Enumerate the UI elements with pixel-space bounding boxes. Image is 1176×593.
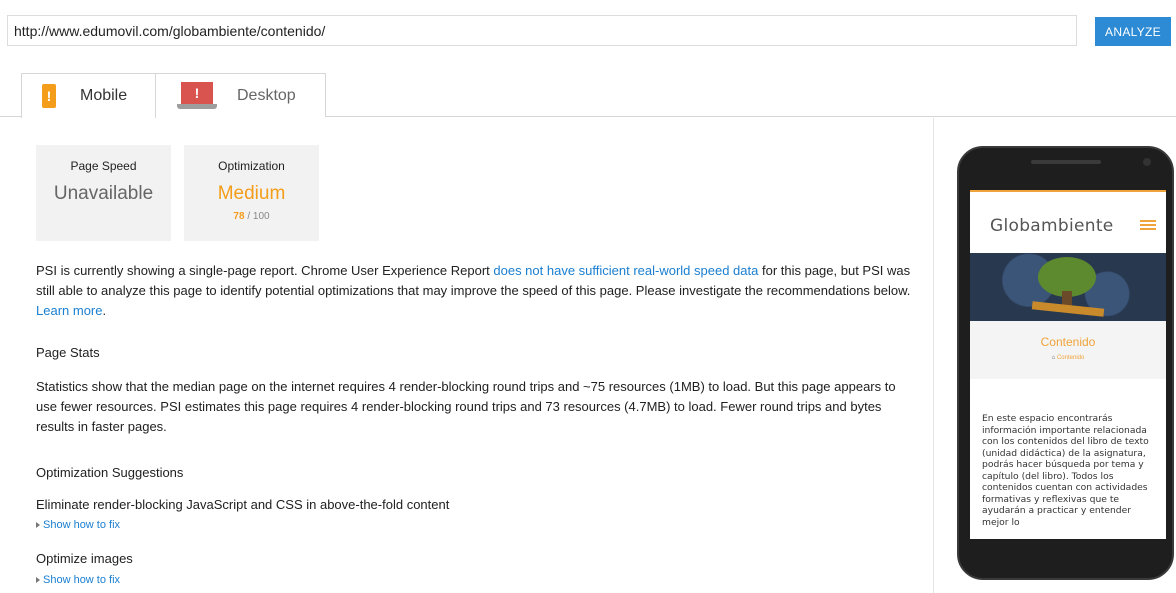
- page-speed-title: Page Speed: [70, 159, 137, 173]
- site-header: Globambiente: [970, 190, 1166, 253]
- optimization-score: Optimization Medium 78 / 100: [184, 145, 319, 241]
- optimization-suggestions-heading: Optimization Suggestions: [36, 465, 184, 480]
- suggestion-title: Eliminate render-blocking JavaScript and…: [36, 497, 450, 512]
- phone-speaker: [1031, 160, 1101, 164]
- site-page-title: Contenido: [1040, 335, 1096, 349]
- tab-mobile[interactable]: ! Mobile: [21, 73, 156, 118]
- show-how-to-fix-link[interactable]: Show how to fix: [36, 519, 120, 531]
- page-speed-value: Unavailable: [53, 183, 154, 204]
- intro-text: PSI is currently showing a single-page r…: [36, 263, 911, 318]
- phone-screen: Globambiente Contenido ⌂ Contenido En es…: [970, 190, 1166, 539]
- learn-more-link[interactable]: Learn more: [36, 303, 102, 318]
- suggestion-title: Optimize images: [36, 551, 133, 566]
- show-how-to-fix-link[interactable]: Show how to fix: [36, 574, 120, 586]
- analyze-button[interactable]: ANALYZE: [1095, 17, 1171, 46]
- site-breadcrumb: ⌂ Contenido: [1051, 355, 1085, 361]
- optimization-title: Optimization: [218, 159, 285, 173]
- home-icon: ⌂: [1051, 355, 1056, 361]
- column-divider: [933, 118, 934, 593]
- tab-desktop-label: Desktop: [237, 86, 296, 104]
- phone-camera: [1143, 158, 1151, 166]
- site-title-band: Contenido ⌂ Contenido: [970, 321, 1166, 379]
- mobile-warning-icon: !: [42, 84, 56, 108]
- page-speed-score: Page Speed Unavailable: [36, 145, 171, 241]
- optimization-value: Medium: [217, 183, 286, 204]
- tab-mobile-label: Mobile: [80, 87, 128, 104]
- desktop-warning-icon: !: [177, 81, 217, 110]
- site-body-text: En este espacio encontrarás información …: [982, 413, 1149, 528]
- page-stats-text: Statistics show that the median page on …: [36, 379, 896, 434]
- url-input[interactable]: [7, 15, 1077, 46]
- page-stats-heading: Page Stats: [36, 345, 100, 360]
- optimization-score-number: 78 / 100: [233, 211, 270, 222]
- hamburger-menu-icon: [1140, 220, 1156, 230]
- expand-arrow-icon: [36, 577, 40, 584]
- tab-desktop[interactable]: ! Desktop: [155, 73, 326, 117]
- phone-preview: Globambiente Contenido ⌂ Contenido En es…: [957, 146, 1174, 580]
- device-tabs: ! Mobile ! Desktop: [0, 73, 1176, 118]
- site-logo: Globambiente: [990, 216, 1114, 236]
- site-hero-image: [970, 253, 1166, 321]
- crux-link[interactable]: does not have sufficient real-world spee…: [493, 263, 758, 278]
- expand-arrow-icon: [36, 522, 40, 529]
